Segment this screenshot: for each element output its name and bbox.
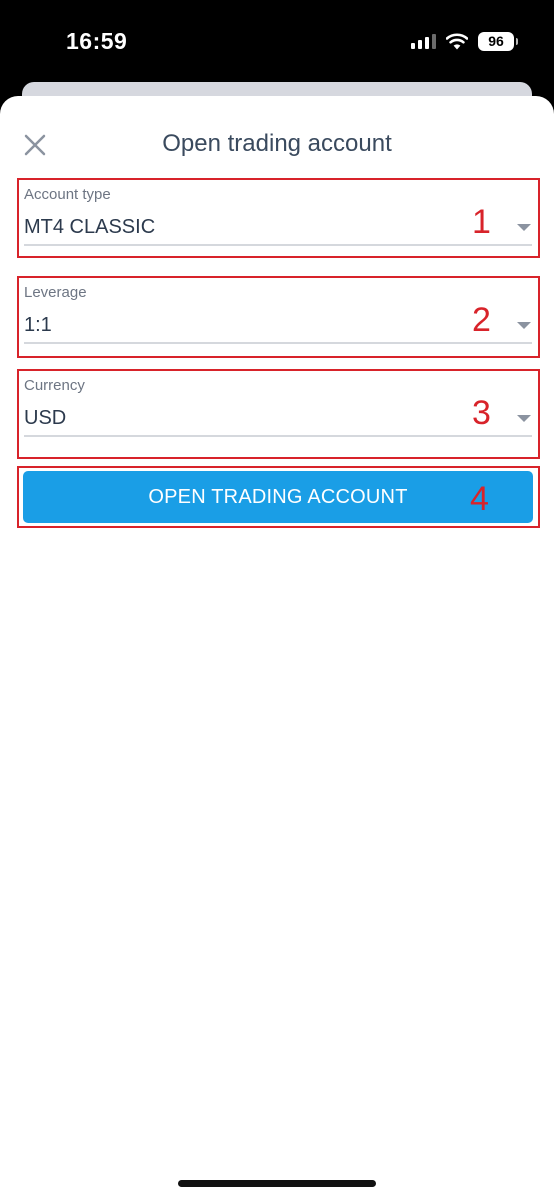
status-icons: 96 bbox=[411, 30, 518, 52]
chevron-down-icon[interactable] bbox=[517, 415, 531, 422]
wifi-icon bbox=[446, 32, 468, 49]
leverage-select[interactable]: Leverage 1:1 2 bbox=[17, 276, 540, 358]
home-indicator[interactable] bbox=[178, 1180, 376, 1187]
status-bar: 16:59 96 bbox=[0, 0, 554, 84]
chevron-down-icon[interactable] bbox=[517, 322, 531, 329]
leverage-value: 1:1 bbox=[24, 314, 52, 336]
leverage-label: Leverage bbox=[24, 284, 87, 301]
currency-select[interactable]: Currency USD 3 bbox=[17, 369, 540, 459]
step-marker-4: 4 bbox=[470, 480, 489, 518]
account-type-select[interactable]: Account type MT4 CLASSIC 1 bbox=[17, 178, 540, 258]
currency-value: USD bbox=[24, 407, 67, 429]
status-time: 16:59 bbox=[66, 28, 128, 54]
submit-frame: OPEN TRADING ACCOUNT 4 bbox=[17, 466, 540, 528]
step-marker-2: 2 bbox=[472, 301, 491, 339]
account-type-underline bbox=[24, 244, 532, 246]
signal-icon bbox=[411, 33, 436, 49]
account-type-value: MT4 CLASSIC bbox=[24, 216, 156, 238]
currency-label: Currency bbox=[24, 377, 85, 394]
currency-underline bbox=[24, 435, 532, 437]
chevron-down-icon[interactable] bbox=[517, 224, 531, 231]
account-type-label: Account type bbox=[24, 186, 111, 203]
leverage-underline bbox=[24, 342, 532, 344]
open-trading-account-button[interactable]: OPEN TRADING ACCOUNT bbox=[23, 471, 533, 523]
step-marker-3: 3 bbox=[472, 394, 491, 432]
step-marker-1: 1 bbox=[472, 203, 491, 241]
page-title: Open trading account bbox=[162, 130, 392, 157]
open-account-sheet: Open trading account Account type MT4 CL… bbox=[0, 96, 554, 1200]
battery-icon: 96 bbox=[478, 31, 518, 51]
